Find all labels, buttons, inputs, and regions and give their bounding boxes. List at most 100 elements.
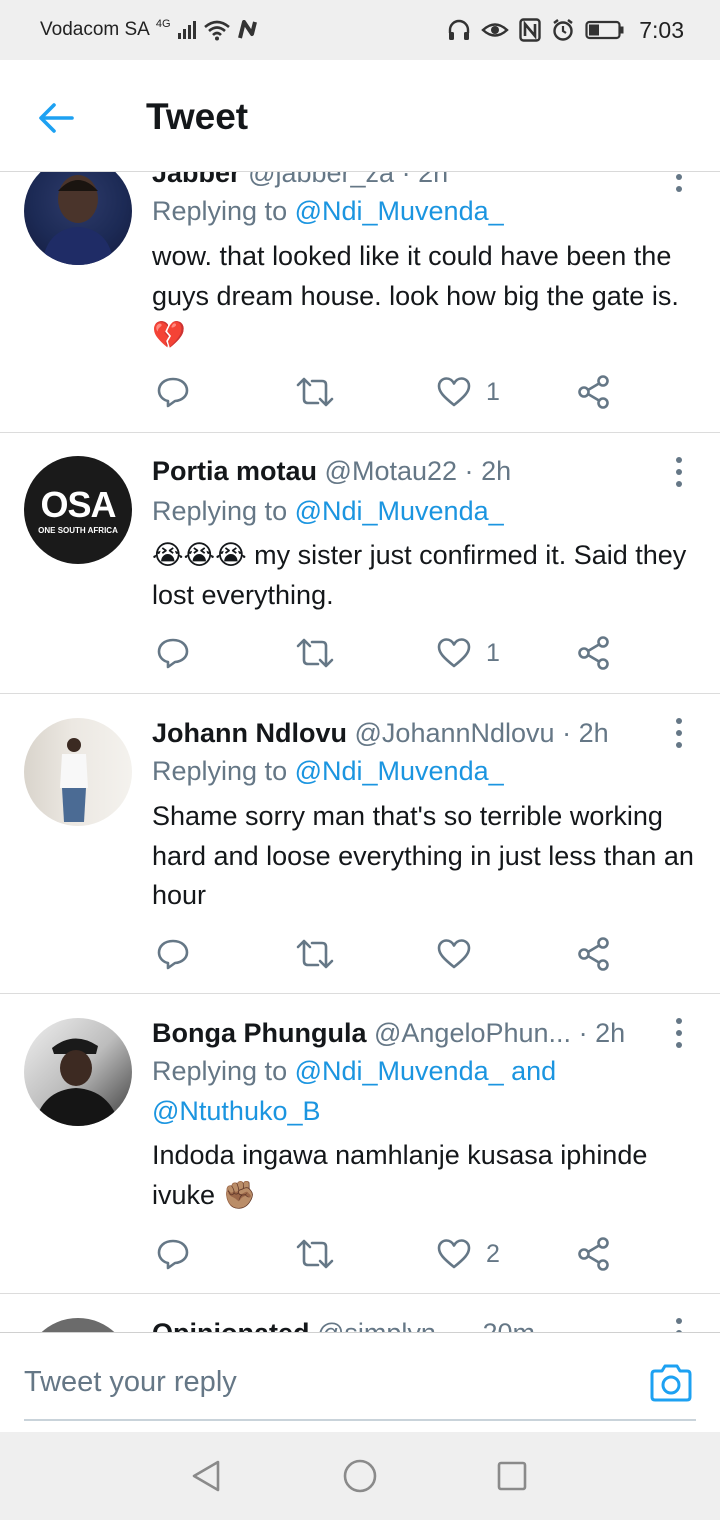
reply-icon bbox=[157, 638, 189, 669]
reply-icon bbox=[157, 1239, 189, 1270]
author-handle[interactable]: @jabber_za bbox=[248, 172, 394, 188]
like-icon bbox=[437, 1239, 471, 1269]
dot bbox=[676, 457, 682, 463]
retweet-button[interactable] bbox=[295, 633, 335, 673]
tweet-header: Portia motau @Motau22 · 2h bbox=[152, 456, 650, 487]
avatar[interactable] bbox=[24, 172, 132, 265]
replying-to-label: Replying to bbox=[152, 496, 295, 526]
dot bbox=[676, 742, 682, 748]
like-button[interactable]: 1 bbox=[436, 372, 500, 412]
like-button[interactable] bbox=[436, 934, 486, 974]
dot bbox=[676, 1318, 682, 1324]
retweet-button[interactable] bbox=[295, 934, 335, 974]
system-navigation-bar bbox=[0, 1432, 720, 1520]
tweet-item[interactable]: Jabber @jabber_za · 2h Replying to @Ndi_… bbox=[0, 172, 720, 433]
avatar-photo bbox=[60, 738, 88, 822]
triangle-back-icon bbox=[192, 1460, 220, 1492]
mention-link[interactable]: @Ndi_Muvenda_ bbox=[295, 496, 504, 526]
avatar[interactable]: OSA ONE SOUTH AFRICA bbox=[24, 456, 132, 564]
share-button[interactable] bbox=[576, 372, 612, 412]
author-name[interactable]: Portia motau bbox=[152, 456, 317, 486]
avatar[interactable] bbox=[24, 1318, 132, 1332]
input-underline bbox=[24, 1419, 696, 1421]
reply-button[interactable] bbox=[156, 372, 190, 412]
camera-icon bbox=[650, 1364, 692, 1402]
eye-icon bbox=[481, 19, 510, 41]
replying-to: Replying to @Ndi_Muvenda_ bbox=[152, 191, 700, 231]
author-name[interactable]: Opinionated bbox=[152, 1318, 310, 1332]
like-count: 2 bbox=[486, 1239, 500, 1268]
reply-input[interactable] bbox=[24, 1357, 584, 1407]
mention-link[interactable]: @Ndi_Muvenda_ bbox=[295, 196, 504, 226]
like-icon bbox=[437, 377, 471, 407]
share-icon bbox=[578, 1237, 609, 1271]
share-button[interactable] bbox=[576, 1234, 612, 1274]
dot bbox=[676, 469, 682, 475]
nfc-icon bbox=[519, 18, 541, 42]
reply-composer bbox=[0, 1332, 720, 1432]
nav-recents-button[interactable] bbox=[494, 1458, 530, 1494]
author-handle[interactable]: @JohannNdlovu bbox=[355, 718, 555, 748]
more-options-button[interactable] bbox=[672, 1318, 686, 1332]
share-button[interactable] bbox=[576, 633, 612, 673]
square-recents-icon bbox=[497, 1461, 527, 1491]
author-name[interactable]: Bonga Phungula bbox=[152, 1018, 366, 1048]
like-button[interactable]: 2 bbox=[436, 1234, 500, 1274]
tweet-item[interactable]: OSA ONE SOUTH AFRICA Portia motau @Motau… bbox=[0, 433, 720, 694]
reply-button[interactable] bbox=[156, 633, 190, 673]
share-icon bbox=[578, 636, 609, 670]
more-options-button[interactable] bbox=[672, 718, 686, 748]
nav-back-button[interactable] bbox=[188, 1458, 224, 1494]
share-button[interactable] bbox=[576, 934, 612, 974]
tweet-item[interactable]: Opinionated @simplyn... · 20m bbox=[0, 1294, 720, 1332]
tweet-time: 2h bbox=[418, 172, 449, 188]
share-icon bbox=[578, 375, 609, 409]
avatar[interactable] bbox=[24, 1018, 132, 1126]
replying-to: Replying to @Ndi_Muvenda_ and @Ntuthuko_B bbox=[152, 1051, 700, 1131]
dot bbox=[676, 174, 682, 180]
tweet-header: Jabber @jabber_za · 2h bbox=[152, 172, 650, 189]
back-button[interactable] bbox=[36, 98, 76, 138]
tweet-text: 😭😭😭 my sister just confirmed it. Said th… bbox=[152, 540, 687, 610]
more-options-button[interactable] bbox=[672, 1018, 686, 1048]
separator-dot: · bbox=[466, 1318, 475, 1332]
tweet-item[interactable]: Bonga Phungula @AngeloPhun... · 2h Reply… bbox=[0, 994, 720, 1294]
mention-link[interactable]: @Ndi_Muvenda_ bbox=[295, 1056, 504, 1086]
retweet-icon bbox=[296, 377, 334, 407]
like-button[interactable]: 1 bbox=[436, 633, 500, 673]
nav-home-button[interactable] bbox=[342, 1458, 378, 1494]
back-arrow-icon bbox=[39, 103, 74, 133]
battery-icon bbox=[585, 20, 625, 40]
tweet-item[interactable]: Johann Ndlovu @JohannNdlovu · 2h Replyin… bbox=[0, 694, 720, 994]
replying-to-label: Replying to bbox=[152, 1056, 295, 1086]
tweet-text: Shame sorry man that's so terrible worki… bbox=[152, 801, 694, 910]
avatar[interactable] bbox=[24, 718, 132, 826]
reply-button[interactable] bbox=[156, 1234, 190, 1274]
author-handle[interactable]: @Motau22 bbox=[325, 456, 457, 486]
camera-button[interactable] bbox=[648, 1363, 694, 1403]
author-handle[interactable]: @simplyn... bbox=[317, 1318, 458, 1332]
mention-link[interactable]: @Ndi_Muvenda_ bbox=[295, 756, 504, 786]
avatar-logo-subtext: ONE SOUTH AFRICA bbox=[38, 526, 118, 535]
dot bbox=[676, 1030, 682, 1036]
retweet-button[interactable] bbox=[295, 372, 335, 412]
more-options-button[interactable] bbox=[672, 457, 686, 487]
tweet-actions bbox=[152, 934, 632, 974]
page-title: Tweet bbox=[146, 96, 249, 137]
author-name[interactable]: Johann Ndlovu bbox=[152, 718, 347, 748]
headphones-icon bbox=[447, 18, 471, 42]
reply-button[interactable] bbox=[156, 934, 190, 974]
top-app-bar: Tweet bbox=[0, 60, 720, 172]
reply-icon bbox=[157, 377, 189, 408]
circle-home-icon bbox=[343, 1459, 377, 1493]
mention-link-2[interactable]: @Ntuthuko_B bbox=[152, 1096, 321, 1126]
retweet-button[interactable] bbox=[295, 1234, 335, 1274]
author-handle[interactable]: @AngeloPhun... bbox=[374, 1018, 571, 1048]
avatar-photo bbox=[34, 1038, 120, 1126]
separator-dot: · bbox=[401, 172, 411, 188]
more-options-button[interactable] bbox=[672, 172, 686, 192]
wifi-icon bbox=[203, 19, 231, 41]
author-name[interactable]: Jabber bbox=[152, 172, 241, 188]
reply-feed[interactable]: Jabber @jabber_za · 2h Replying to @Ndi_… bbox=[0, 172, 720, 1332]
tweet-text: wow. that looked like it could have been… bbox=[152, 241, 679, 350]
